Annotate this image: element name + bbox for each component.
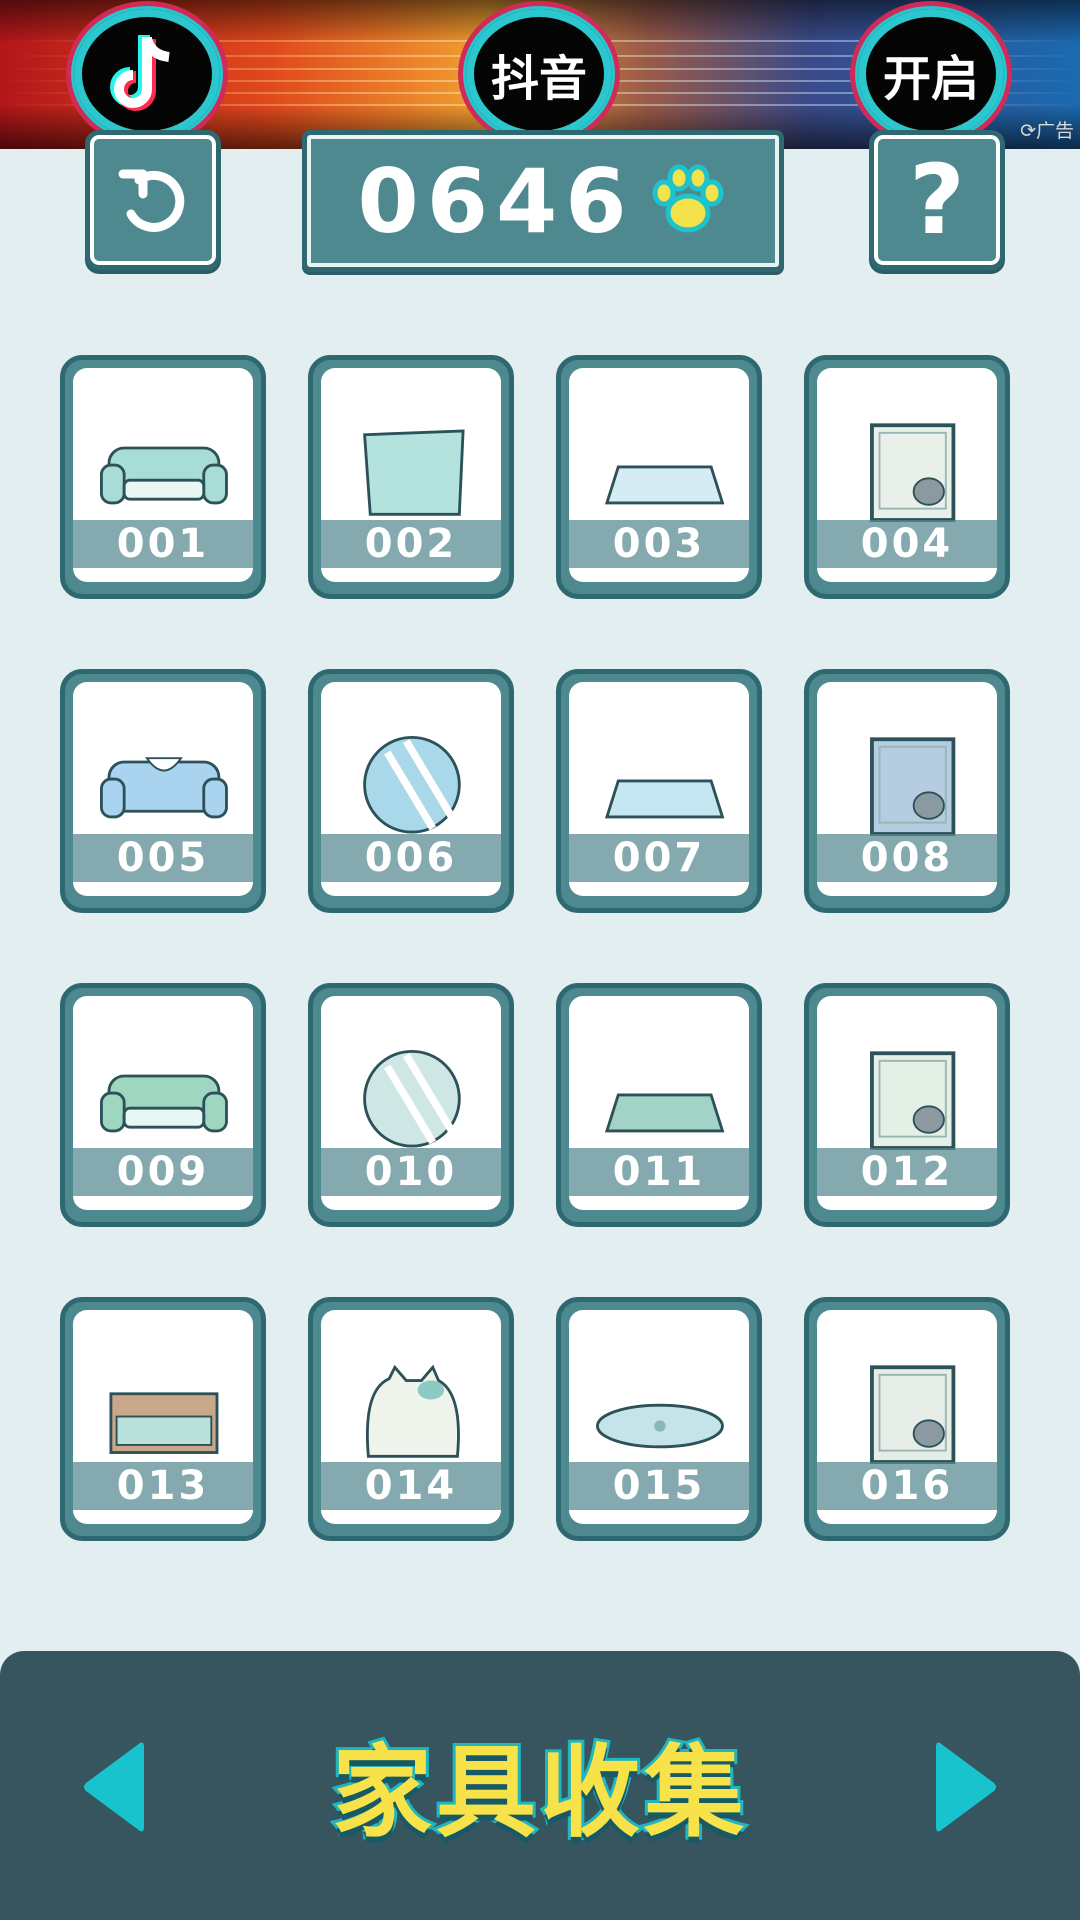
card-number: 004 <box>860 521 954 567</box>
card-number: 001 <box>116 521 210 567</box>
help-button[interactable]: ? <box>869 130 1005 270</box>
help-icon: ? <box>909 144 965 256</box>
card-label-band: 002 <box>321 520 501 568</box>
card-inner: 003 <box>569 368 749 582</box>
oval-rug-icon <box>596 1403 724 1449</box>
furniture-card-014[interactable]: 014 <box>308 1297 514 1541</box>
card-inner: 002 <box>321 368 501 582</box>
card-number: 016 <box>860 1463 954 1509</box>
card-number: 006 <box>364 835 458 881</box>
furniture-card-005[interactable]: 005 <box>60 669 266 913</box>
douyin-logo-icon <box>110 35 170 111</box>
back-button[interactable] <box>85 130 221 270</box>
coin-counter: 0646 <box>302 130 784 272</box>
undo-icon <box>118 169 185 232</box>
card-label-band: 012 <box>817 1148 997 1196</box>
card-number: 011 <box>612 1149 706 1195</box>
card-label-band: 007 <box>569 834 749 882</box>
card-number: 002 <box>364 521 458 567</box>
rug-icon <box>604 1093 725 1133</box>
card-number: 013 <box>116 1463 210 1509</box>
card-label-band: 016 <box>817 1462 997 1510</box>
crib-icon <box>109 1392 219 1454</box>
furniture-card-007[interactable]: 007 <box>556 669 762 913</box>
card-number: 009 <box>116 1149 210 1195</box>
card-label-band: 015 <box>569 1462 749 1510</box>
card-inner: 011 <box>569 996 749 1210</box>
frame-leaf-icon <box>870 1051 956 1150</box>
card-label-band: 009 <box>73 1148 253 1196</box>
section-title: 家具收集 <box>329 1731 748 1854</box>
frame-cat-icon <box>870 423 956 522</box>
furniture-card-012[interactable]: 012 <box>804 983 1010 1227</box>
card-number: 008 <box>860 835 954 881</box>
sofa-icon <box>100 446 228 505</box>
ad-tag: ⟳广告 <box>1020 116 1074 143</box>
ad-douyin-button[interactable]: 抖音 <box>463 6 615 142</box>
card-number: 010 <box>364 1149 458 1195</box>
ball-stripe-icon <box>363 735 461 834</box>
card-inner: 016 <box>817 1310 997 1524</box>
rug-icon <box>604 465 725 505</box>
frame-fish-icon <box>870 737 956 836</box>
furniture-card-004[interactable]: 004 <box>804 355 1010 599</box>
card-inner: 009 <box>73 996 253 1210</box>
ad-banner[interactable]: 抖音 开启 ⟳广告 <box>0 0 1080 149</box>
card-label-band: 014 <box>321 1462 501 1510</box>
furniture-card-016[interactable]: 016 <box>804 1297 1010 1541</box>
sofa-icon <box>100 1074 228 1133</box>
furniture-card-013[interactable]: 013 <box>60 1297 266 1541</box>
card-inner: 013 <box>73 1310 253 1524</box>
card-label-band: 006 <box>321 834 501 882</box>
furniture-card-011[interactable]: 011 <box>556 983 762 1227</box>
card-inner: 015 <box>569 1310 749 1524</box>
card-inner: 006 <box>321 682 501 896</box>
frame-cats-icon <box>870 1365 956 1464</box>
card-inner: 005 <box>73 682 253 896</box>
card-number: 015 <box>612 1463 706 1509</box>
card-label-band: 003 <box>569 520 749 568</box>
card-label-band: 001 <box>73 520 253 568</box>
card-label-band: 004 <box>817 520 997 568</box>
ad-tag-label: 广告 <box>1035 120 1074 142</box>
furniture-card-003[interactable]: 003 <box>556 355 762 599</box>
bottom-bar: 家具收集 <box>0 1651 1080 1920</box>
ad-refresh-icon: ⟳ <box>1020 120 1036 142</box>
card-label-band: 008 <box>817 834 997 882</box>
card-label-band: 013 <box>73 1462 253 1510</box>
card-inner: 014 <box>321 1310 501 1524</box>
pillow-icon <box>363 429 465 516</box>
right-arrow-icon <box>936 1742 996 1832</box>
card-inner: 010 <box>321 996 501 1210</box>
cat-cushion-icon <box>365 1364 460 1458</box>
card-number: 012 <box>860 1149 954 1195</box>
card-label-band: 010 <box>321 1148 501 1196</box>
furniture-card-009[interactable]: 009 <box>60 983 266 1227</box>
card-number: 007 <box>612 835 706 881</box>
counter-value: 0646 <box>357 149 635 253</box>
card-label-band: 005 <box>73 834 253 882</box>
furniture-card-008[interactable]: 008 <box>804 669 1010 913</box>
card-inner: 001 <box>73 368 253 582</box>
card-label-band: 011 <box>569 1148 749 1196</box>
paw-icon <box>652 164 724 233</box>
furniture-card-001[interactable]: 001 <box>60 355 266 599</box>
furniture-card-006[interactable]: 006 <box>308 669 514 913</box>
next-page-button[interactable] <box>932 1737 1002 1837</box>
card-inner: 007 <box>569 682 749 896</box>
rug-icon <box>604 779 725 819</box>
furniture-card-010[interactable]: 010 <box>308 983 514 1227</box>
card-number: 014 <box>364 1463 458 1509</box>
card-inner: 008 <box>817 682 997 896</box>
furniture-card-002[interactable]: 002 <box>308 355 514 599</box>
card-inner: 012 <box>817 996 997 1210</box>
card-number: 005 <box>116 835 210 881</box>
card-inner: 004 <box>817 368 997 582</box>
ad-open-button[interactable]: 开启 <box>855 6 1007 142</box>
douyin-logo-button[interactable] <box>71 6 223 142</box>
card-number: 003 <box>612 521 706 567</box>
sofa-lace-icon <box>100 757 228 819</box>
ball-leaf-icon <box>363 1049 461 1148</box>
furniture-card-015[interactable]: 015 <box>556 1297 762 1541</box>
